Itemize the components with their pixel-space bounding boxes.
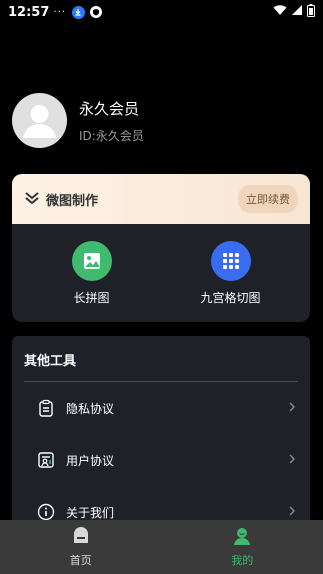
signal-icon [291, 4, 303, 20]
double-chevron-down-icon [24, 190, 40, 209]
grid-icon [210, 240, 251, 281]
chevron-right-icon [288, 400, 296, 416]
person-icon [23, 105, 56, 138]
menu-item-privacy[interactable]: 隐私协议 [12, 382, 310, 434]
other-tools-card: 其他工具 隐私协议 用户协议 关于我们 [12, 336, 310, 536]
tool-label: 长拼图 [73, 290, 110, 305]
avatar[interactable] [12, 93, 67, 148]
info-icon [36, 502, 56, 522]
profile-name: 永久会员 [79, 99, 140, 118]
status-time: 12:57 [8, 4, 50, 20]
status-bar: 12:57 ··· [0, 0, 323, 24]
chevron-right-icon [288, 452, 296, 468]
tab-mine[interactable]: 我的 [162, 520, 323, 574]
user-card-icon [36, 450, 56, 470]
menu-label: 隐私协议 [66, 401, 115, 416]
shield-icon [89, 6, 102, 18]
other-tools-title: 其他工具 [24, 354, 77, 369]
chevron-right-icon [288, 504, 296, 520]
vip-title: 微图制作 [46, 193, 99, 209]
tool-long-stitch[interactable]: 长拼图 [32, 240, 152, 306]
tools-row: 长拼图 九宫格切图 [12, 224, 310, 322]
status-dots: ··· [53, 6, 66, 18]
profile-id: ID:永久会员 [79, 128, 144, 143]
clipboard-icon [36, 398, 56, 418]
renew-button[interactable]: 立即续费 [238, 185, 298, 213]
vip-card: 微图制作 立即续费 长拼图 九宫格切图 [12, 174, 310, 322]
bottom-tab-bar: 首页 我的 [0, 520, 323, 574]
vip-header: 微图制作 立即续费 [12, 174, 310, 224]
battery-icon [307, 3, 315, 21]
menu-item-user-agreement[interactable]: 用户协议 [12, 434, 310, 486]
home-icon [71, 526, 91, 549]
person-icon [232, 527, 252, 549]
tab-label: 首页 [69, 553, 92, 567]
download-icon [71, 5, 85, 19]
menu-label: 关于我们 [66, 505, 115, 520]
wifi-icon [273, 4, 287, 20]
tool-grid-cut[interactable]: 九宫格切图 [171, 240, 291, 306]
menu-label: 用户协议 [66, 453, 115, 468]
profile-section[interactable]: 永久会员 ID:永久会员 [12, 93, 144, 148]
tab-label: 我的 [231, 553, 254, 567]
tool-label: 九宫格切图 [200, 290, 261, 305]
tab-home[interactable]: 首页 [0, 520, 162, 574]
image-icon [71, 240, 112, 281]
